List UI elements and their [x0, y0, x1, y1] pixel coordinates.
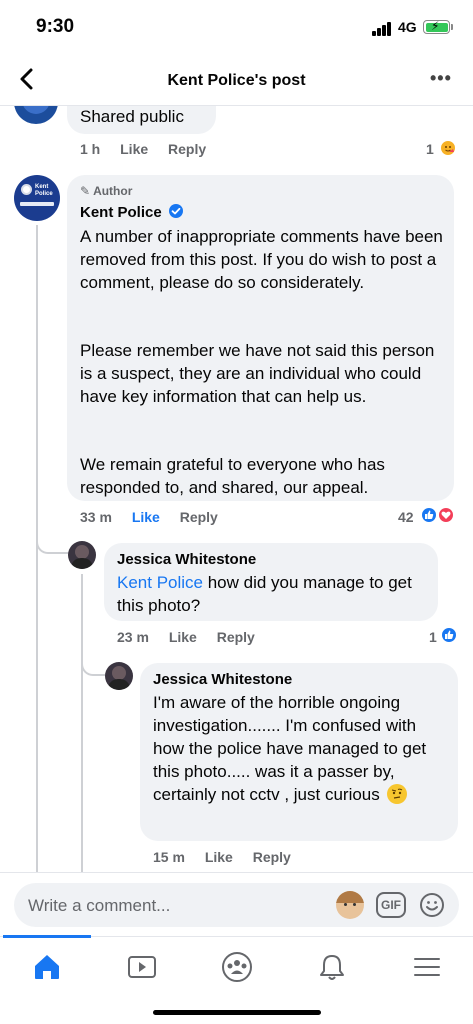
home-indicator [153, 1010, 321, 1015]
emoji-button[interactable] [419, 892, 445, 918]
video-play-icon [128, 956, 156, 978]
tab-watch[interactable] [122, 947, 162, 987]
author-badge: ✎ Author [80, 184, 132, 198]
signal-icon [372, 22, 392, 36]
comment-time: 1 h [80, 141, 101, 157]
tab-menu[interactable] [407, 947, 447, 987]
comment-composer: Write a comment... GIF [0, 872, 473, 936]
tab-notifications[interactable] [312, 947, 352, 987]
author-name[interactable]: Jessica Whitestone [117, 551, 256, 568]
police-badge-icon [21, 184, 32, 195]
like-button[interactable]: Like [169, 629, 197, 645]
comment-time: 23 m [117, 629, 149, 645]
active-tab-indicator [3, 935, 91, 938]
comment-meta: 15 m Like Reply [153, 849, 307, 865]
page-title: Kent Police's post [167, 72, 306, 89]
reply-button[interactable]: Reply [168, 141, 206, 157]
comment-text: We remain grateful to everyone who has r… [80, 455, 385, 497]
comment-bubble: ✎ Author Kent Police A number of inapprop… [67, 175, 454, 501]
reply-button[interactable]: Reply [253, 849, 291, 865]
charging-icon: ⚡ [431, 19, 440, 33]
smiley-icon [420, 893, 444, 917]
love-reaction-icon [437, 506, 455, 524]
network-label: 4G [398, 19, 417, 35]
avatar-label-1: Kent [35, 184, 49, 190]
comment-input[interactable]: Write a comment... GIF [14, 883, 459, 927]
author-line: Kent Police [80, 204, 184, 222]
care-reaction-icon [439, 139, 457, 157]
avatar-banner [20, 202, 54, 206]
tab-groups[interactable] [217, 947, 257, 987]
thread-connector [81, 658, 105, 676]
gif-button[interactable]: GIF [376, 892, 406, 918]
avatar-label-2: Police [35, 191, 53, 197]
comment-placeholder: Write a comment... [28, 896, 171, 915]
author-badge-label: Author [93, 184, 133, 198]
author-name[interactable]: Kent Police [80, 204, 162, 221]
reply-bubble: Jessica Whitestone Kent Police how did y… [104, 543, 438, 621]
raised-eyebrow-emoji-icon [386, 784, 407, 804]
reaction-count: 1 [429, 629, 437, 645]
battery-nub [451, 24, 453, 30]
reaction-count: 1 [426, 141, 434, 157]
like-button[interactable]: Like [120, 141, 148, 157]
home-icon [35, 955, 59, 979]
hamburger-menu-icon [414, 958, 440, 976]
verified-icon [169, 204, 184, 218]
comment-text-body: I'm aware of the horrible ongoing invest… [153, 693, 427, 804]
author-name[interactable]: Jessica Whitestone [153, 671, 292, 688]
status-bar: 9:30 4G ⚡ [0, 0, 473, 52]
thread-connector [36, 536, 68, 554]
like-reaction-icon [440, 626, 458, 644]
comment-time: 15 m [153, 849, 185, 865]
comment-text: Shared public [80, 107, 184, 126]
reply-bubble: Jessica Whitestone I'm aware of the horr… [140, 663, 458, 841]
avatar[interactable] [68, 541, 96, 569]
nav-header: Kent Police's post ••• [0, 52, 473, 106]
avatar-sticker-icon[interactable] [336, 891, 364, 919]
status-time: 9:30 [36, 16, 75, 37]
thread-line [81, 574, 83, 874]
pencil-icon: ✎ [80, 184, 91, 198]
tab-home[interactable] [27, 947, 67, 987]
thread-line [36, 225, 38, 875]
like-reaction-icon [420, 506, 438, 524]
kent-police-avatar[interactable]: Kent Police [14, 175, 60, 221]
more-options-button[interactable]: ••• [430, 68, 452, 89]
comment-text: A number of inappropriate comments have … [80, 227, 443, 292]
comment-meta: 23 m Like Reply [117, 629, 271, 645]
like-button[interactable]: Like [205, 849, 233, 865]
mention-link[interactable]: Kent Police [117, 573, 203, 592]
reply-button[interactable]: Reply [180, 509, 218, 525]
comment-text: Please remember we have not said this pe… [80, 341, 435, 406]
comment-text: I'm aware of the horrible ongoing invest… [153, 691, 449, 806]
comment-text: Kent Police how did you manage to get th… [117, 571, 432, 617]
avatar[interactable] [105, 662, 133, 690]
comment-time: 33 m [80, 509, 112, 525]
bell-icon [320, 955, 344, 980]
reply-button[interactable]: Reply [217, 629, 255, 645]
comment-meta: 33 m Like Reply [80, 509, 234, 525]
comment-meta: 1 h Like Reply [80, 141, 222, 157]
groups-icon [222, 952, 252, 982]
reaction-count: 42 [398, 509, 414, 525]
like-button[interactable]: Like [132, 509, 160, 525]
